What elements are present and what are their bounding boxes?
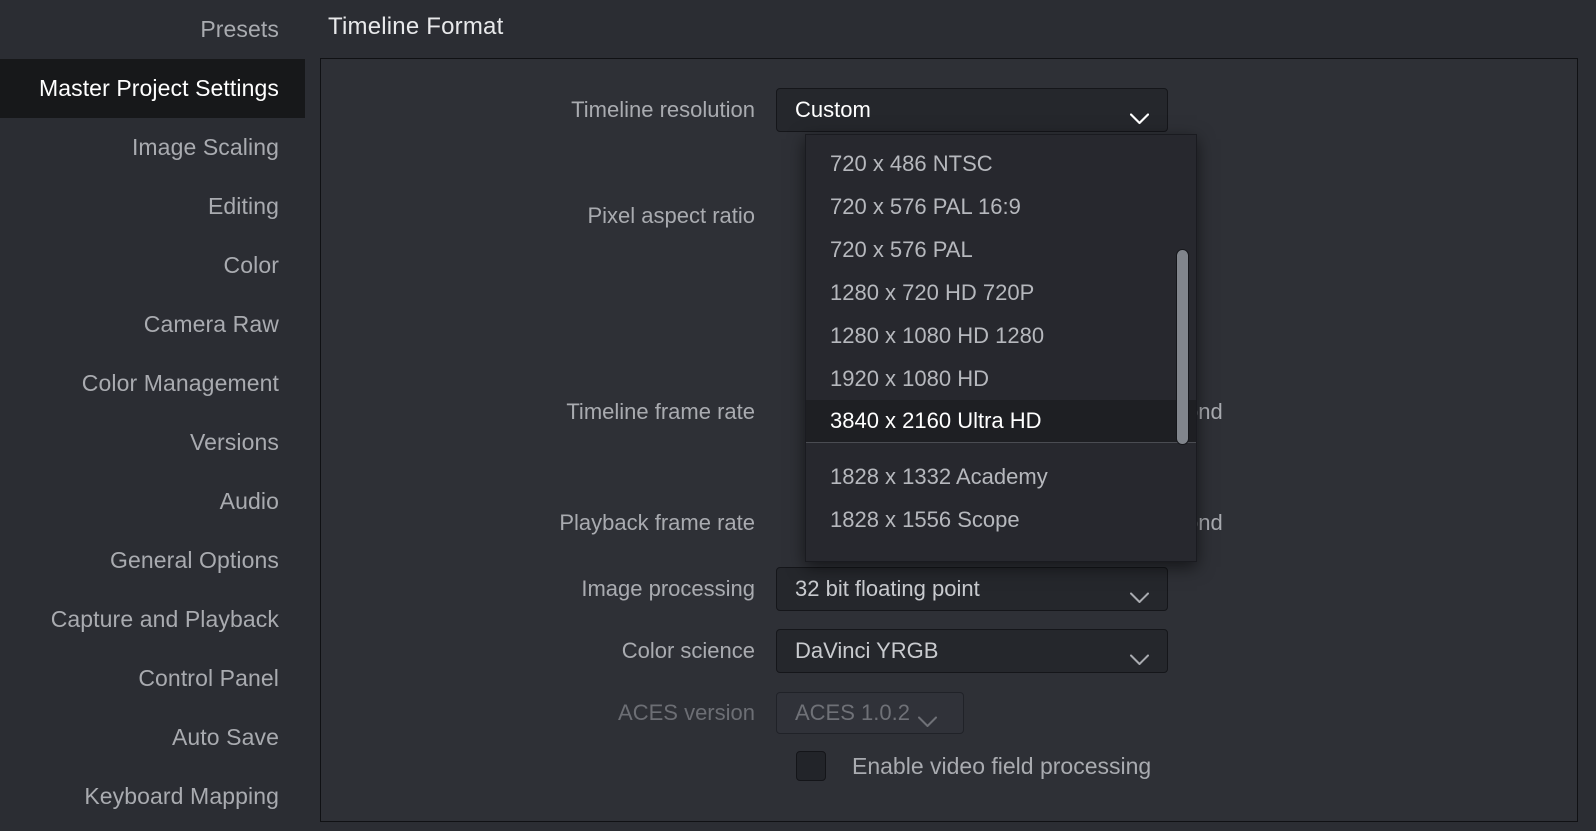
sidebar-item-camera-raw[interactable]: Camera Raw <box>0 295 305 354</box>
sidebar-item-master-project-settings[interactable]: Master Project Settings <box>0 59 305 118</box>
pixel-aspect-ratio-label: Pixel aspect ratio <box>587 203 755 228</box>
sidebar-item-versions[interactable]: Versions <box>0 413 305 472</box>
row-color-science: Color science DaVinci YRGB <box>321 629 1168 673</box>
chevron-down-icon <box>1130 584 1149 603</box>
project-settings-window: Presets Master Project Settings Image Scal… <box>0 0 1596 831</box>
sidebar-item-auto-save[interactable]: Auto Save <box>0 708 305 767</box>
page-title: Timeline Format <box>328 13 504 40</box>
sidebar-item-label: Audio <box>219 488 279 514</box>
dropdown-option[interactable]: 1280 x 1080 HD 1280 <box>806 314 1196 357</box>
enable-video-field-processing-checkbox[interactable] <box>796 751 826 781</box>
sidebar-item-editing[interactable]: Editing <box>0 177 305 236</box>
chevron-down-icon <box>918 708 937 727</box>
timeline-resolution-value: Custom <box>795 97 871 122</box>
dropdown-option-label: 1828 x 1332 Academy <box>830 463 1048 489</box>
dropdown-group-spacer <box>806 443 1196 455</box>
dropdown-option-label: 720 x 486 NTSC <box>830 150 993 176</box>
playback-frame-rate-label: Playback frame rate <box>559 510 755 535</box>
sidebar-item-label: Control Panel <box>138 665 279 691</box>
sidebar-item-control-panel[interactable]: Control Panel <box>0 649 305 708</box>
dropdown-option[interactable]: 720 x 486 NTSC <box>806 142 1196 185</box>
sidebar-item-label: Presets <box>200 16 279 42</box>
sidebar-item-label: Capture and Playback <box>50 606 279 632</box>
timeline-resolution-dropdown-list[interactable]: 720 x 486 NTSC 720 x 576 PAL 16:9 720 x 57… <box>805 134 1197 562</box>
image-processing-value: 32 bit floating point <box>795 576 980 601</box>
timeline-frame-rate-label: Timeline frame rate <box>566 399 755 424</box>
aces-version-value: ACES 1.0.2 <box>795 700 910 725</box>
sidebar-item-label: Color Management <box>81 370 279 396</box>
dropdown-option[interactable]: 720 x 576 PAL 16:9 <box>806 185 1196 228</box>
dropdown-option[interactable]: 1920 x 1080 HD <box>806 357 1196 400</box>
dropdown-option[interactable]: 1828 x 1332 Academy <box>806 455 1196 498</box>
row-enable-video-field-processing[interactable]: Enable video field processing <box>796 751 1151 781</box>
sidebar-item-general-options[interactable]: General Options <box>0 531 305 590</box>
chevron-down-icon <box>1130 646 1149 665</box>
sidebar-item-color-management[interactable]: Color Management <box>0 354 305 413</box>
sidebar-item-label: Auto Save <box>171 724 279 750</box>
image-processing-label: Image processing <box>581 576 755 601</box>
sidebar-item-label: Color <box>223 252 279 278</box>
dropdown-option-label: 1828 x 1556 Scope <box>830 506 1020 532</box>
sidebar-item-label: Keyboard Mapping <box>84 783 279 809</box>
dropdown-option-label: 1280 x 720 HD 720P <box>830 279 1035 305</box>
dropdown-option[interactable]: 720 x 576 PAL <box>806 228 1196 271</box>
aces-version-select: ACES 1.0.2 <box>776 692 964 734</box>
sidebar-item-image-scaling[interactable]: Image Scaling <box>0 118 305 177</box>
dropdown-top-padding <box>806 135 1196 142</box>
sidebar-item-label: Editing <box>207 193 279 219</box>
sidebar-item-label: Versions <box>189 429 279 455</box>
row-timeline-resolution: Timeline resolution Custom <box>321 88 1168 132</box>
color-science-label: Color science <box>621 638 755 663</box>
image-processing-select[interactable]: 32 bit floating point <box>776 567 1168 611</box>
dropdown-option-label: 720 x 576 PAL 16:9 <box>830 193 1021 219</box>
sidebar-item-label: Camera Raw <box>143 311 279 337</box>
color-science-select[interactable]: DaVinci YRGB <box>776 629 1168 673</box>
timeline-resolution-label: Timeline resolution <box>571 97 755 122</box>
dropdown-option[interactable]: 1828 x 1556 Scope <box>806 498 1196 541</box>
color-science-value: DaVinci YRGB <box>795 638 939 663</box>
dropdown-option-label: 1920 x 1080 HD <box>830 365 989 391</box>
chevron-down-icon <box>1129 105 1150 125</box>
settings-sidebar: Presets Master Project Settings Image Scal… <box>0 0 305 831</box>
dropdown-option[interactable]: 3840 x 2160 Ultra HD <box>806 400 1196 443</box>
sidebar-item-capture-and-playback[interactable]: Capture and Playback <box>0 590 305 649</box>
row-image-processing: Image processing 32 bit floating point <box>321 567 1168 611</box>
dropdown-option-label: 1280 x 1080 HD 1280 <box>830 322 1045 348</box>
sidebar-item-label: Image Scaling <box>131 134 279 160</box>
timeline-resolution-select[interactable]: Custom <box>776 88 1168 132</box>
sidebar-item-label: General Options <box>110 547 279 573</box>
sidebar-item-color[interactable]: Color <box>0 236 305 295</box>
sidebar-item-keyboard-mapping[interactable]: Keyboard Mapping <box>0 767 305 826</box>
row-pixel-aspect-ratio: Pixel aspect ratio <box>321 203 776 229</box>
row-aces-version: ACES version ACES 1.0.2 <box>321 692 964 734</box>
aces-version-label: ACES version <box>618 700 755 725</box>
sidebar-item-audio[interactable]: Audio <box>0 472 305 531</box>
dropdown-option-label: 720 x 576 PAL <box>830 236 973 262</box>
sidebar-item-presets[interactable]: Presets <box>0 0 305 59</box>
dropdown-option-label: 3840 x 2160 Ultra HD <box>830 408 1042 433</box>
dropdown-option[interactable]: 1280 x 720 HD 720P <box>806 271 1196 314</box>
enable-video-field-processing-label: Enable video field processing <box>852 752 1152 779</box>
dropdown-scrollbar-thumb[interactable] <box>1176 249 1189 445</box>
sidebar-item-label: Master Project Settings <box>38 75 279 101</box>
